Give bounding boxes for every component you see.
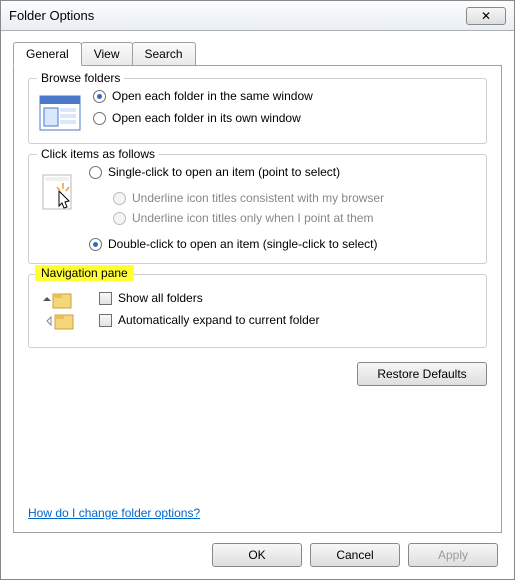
radio-single-click[interactable]: Single-click to open an item (point to s… xyxy=(89,165,476,179)
tab-panel-general: Browse folders Open each folder in the s… xyxy=(13,65,502,533)
window-title: Folder Options xyxy=(9,8,466,23)
close-icon: ✕ xyxy=(481,10,491,22)
radio-label: Double-click to open an item (single-cli… xyxy=(108,237,377,251)
check-auto-expand[interactable]: Automatically expand to current folder xyxy=(99,313,319,327)
group-navigation-pane: Navigation pane Show all folders xyxy=(28,274,487,348)
tab-search[interactable]: Search xyxy=(132,42,196,66)
close-button[interactable]: ✕ xyxy=(466,7,506,25)
radio-label: Underline icon titles only when I point … xyxy=(132,211,373,225)
folder-tree-icon xyxy=(39,291,89,335)
radio-label: Single-click to open an item (point to s… xyxy=(108,165,340,179)
group-title-nav-highlight: Navigation pane xyxy=(35,265,134,281)
radio-icon xyxy=(93,112,106,125)
radio-underline-browser: Underline icon titles consistent with my… xyxy=(113,191,476,205)
radio-double-click[interactable]: Double-click to open an item (single-cli… xyxy=(89,237,476,251)
cancel-button[interactable]: Cancel xyxy=(310,543,400,567)
check-show-all-folders[interactable]: Show all folders xyxy=(99,291,319,305)
radio-icon xyxy=(89,238,102,251)
tab-view[interactable]: View xyxy=(81,42,133,66)
radio-label: Open each folder in the same window xyxy=(112,89,313,103)
tab-strip: General View Search xyxy=(13,41,502,65)
titlebar: Folder Options ✕ xyxy=(1,1,514,31)
window-stack-icon xyxy=(39,95,81,131)
radio-own-window[interactable]: Open each folder in its own window xyxy=(93,111,476,125)
apply-button[interactable]: Apply xyxy=(408,543,498,567)
group-title-browse: Browse folders xyxy=(37,71,124,85)
radio-label: Underline icon titles consistent with my… xyxy=(132,191,384,205)
dialog-footer: OK Cancel Apply xyxy=(13,533,502,571)
group-title-click: Click items as follows xyxy=(37,147,159,161)
tab-general[interactable]: General xyxy=(13,42,82,66)
help-link[interactable]: How do I change folder options? xyxy=(28,486,487,520)
radio-underline-point: Underline icon titles only when I point … xyxy=(113,211,476,225)
group-title-nav: Navigation pane xyxy=(41,266,128,280)
group-click-items: Click items as follows Single-click xyxy=(28,154,487,264)
radio-same-window[interactable]: Open each folder in the same window xyxy=(93,89,476,103)
checkbox-icon xyxy=(99,314,112,327)
checkbox-label: Automatically expand to current folder xyxy=(118,313,319,327)
checkbox-icon xyxy=(99,292,112,305)
dialog-body: General View Search Browse folders Op xyxy=(1,31,514,579)
radio-label: Open each folder in its own window xyxy=(112,111,301,125)
restore-defaults-button[interactable]: Restore Defaults xyxy=(357,362,487,386)
restore-row: Restore Defaults xyxy=(28,362,487,386)
cursor-click-icon xyxy=(39,169,77,213)
radio-icon xyxy=(113,212,126,225)
checkbox-label: Show all folders xyxy=(118,291,203,305)
radio-icon xyxy=(113,192,126,205)
group-browse-folders: Browse folders Open each folder in the s… xyxy=(28,78,487,144)
ok-button[interactable]: OK xyxy=(212,543,302,567)
radio-icon xyxy=(89,166,102,179)
radio-icon xyxy=(93,90,106,103)
